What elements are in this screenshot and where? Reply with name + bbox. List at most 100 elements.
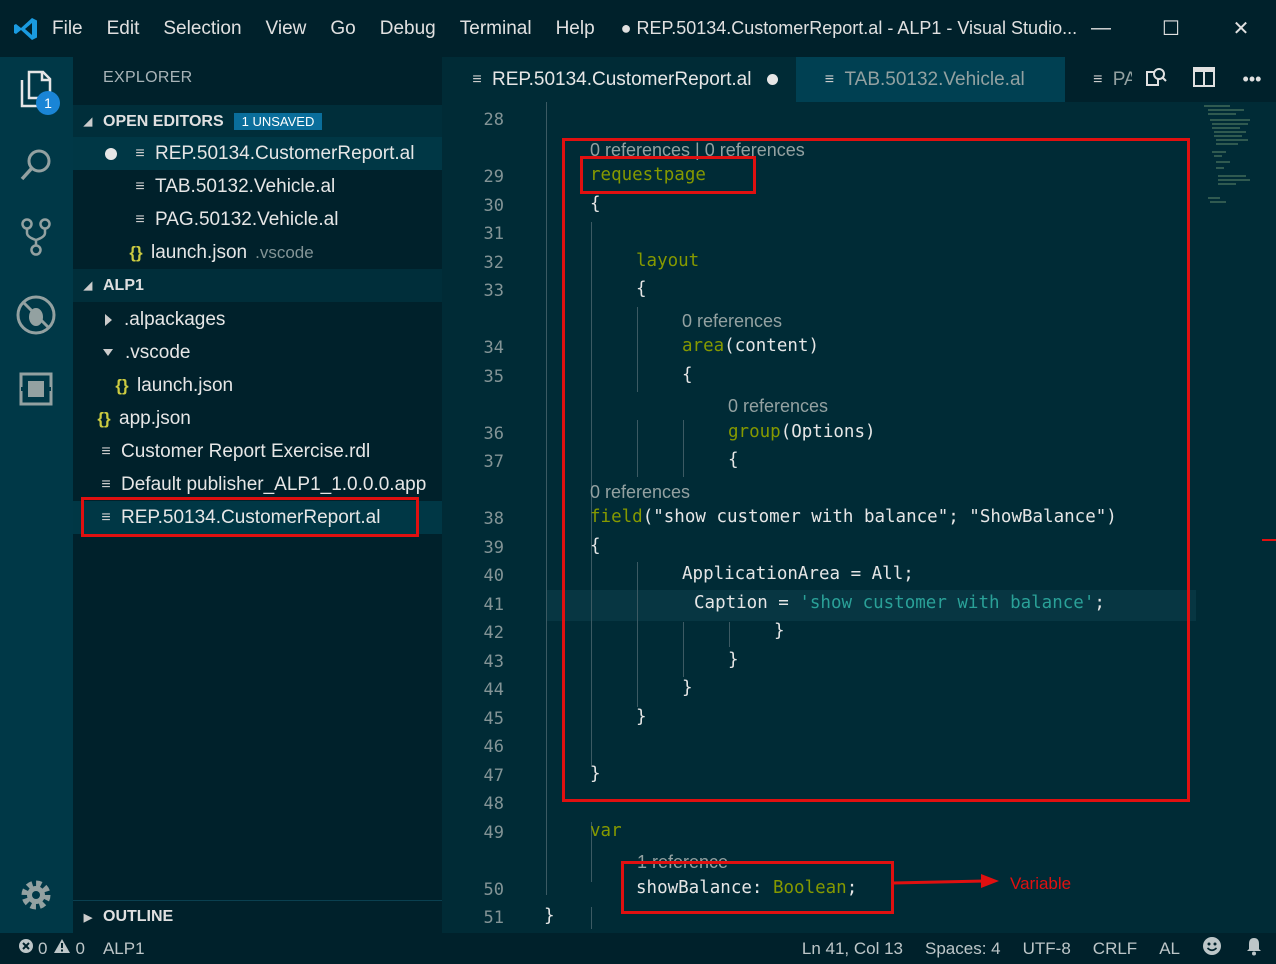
line-number: 36 — [483, 424, 504, 444]
open-editor-label: launch.json — [151, 241, 248, 263]
open-editors-section[interactable]: ◢ OPEN EDITORS 1 UNSAVED — [73, 105, 442, 138]
chevron-right-icon: ▶ — [83, 911, 93, 924]
status-project[interactable]: ALP1 — [103, 939, 145, 959]
tab-label: REP.50134.CustomerReport.al — [492, 68, 752, 90]
folder-label: .alpackages — [124, 308, 226, 330]
line-number: 42 — [483, 623, 504, 643]
open-editor-item[interactable]: {} launch.json .vscode — [73, 236, 442, 269]
file-item[interactable]: ≡ Customer Report Exercise.rdl — [73, 435, 442, 468]
open-editors-label: OPEN EDITORS — [103, 112, 224, 130]
code-brace: } — [544, 906, 555, 926]
chevron-down-icon: ◢ — [83, 116, 93, 128]
window-title: ● REP.50134.CustomerReport.al - ALP1 - V… — [620, 18, 1078, 38]
error-count[interactable]: 0 — [38, 939, 47, 959]
vscode-logo-icon — [0, 0, 52, 57]
end-of-line[interactable]: CRLF — [1093, 939, 1137, 959]
line-number: 46 — [483, 737, 504, 757]
report-file-highlight-box — [81, 497, 419, 537]
more-actions-icon[interactable]: ••• — [1228, 69, 1276, 90]
line-number: 50 — [483, 880, 504, 900]
file-label: app.json — [119, 407, 191, 429]
line-number: 32 — [483, 253, 504, 273]
maximize-button[interactable]: ☐ — [1136, 0, 1206, 57]
line-number: 35 — [483, 367, 504, 387]
file-lines-icon: ≡ — [824, 70, 835, 88]
file-lines-icon: ≡ — [135, 210, 145, 228]
line-number: 28 — [483, 110, 504, 130]
warning-icon[interactable] — [53, 938, 71, 959]
cursor-position[interactable]: Ln 41, Col 13 — [802, 939, 903, 959]
line-number: 37 — [483, 452, 504, 472]
editor-scrollbar[interactable] — [1262, 102, 1276, 933]
json-braces-icon: {} — [97, 408, 111, 428]
encoding[interactable]: UTF-8 — [1023, 939, 1071, 959]
error-icon[interactable] — [18, 938, 34, 959]
outline-section[interactable]: ▶ OUTLINE — [73, 900, 442, 933]
file-lines-icon: ≡ — [1093, 70, 1103, 88]
open-editor-folder: .vscode — [255, 242, 314, 262]
chevron-right-icon — [105, 313, 112, 326]
debug-icon[interactable] — [14, 293, 58, 337]
file-lines-icon: ≡ — [472, 70, 482, 88]
line-number: 38 — [483, 509, 504, 529]
line-number: 31 — [483, 224, 504, 244]
line-number: 39 — [483, 538, 504, 558]
file-item[interactable]: {} launch.json — [73, 369, 442, 402]
tab-vehicle-table[interactable]: ≡ TAB.50132.Vehicle.al — [796, 57, 1065, 102]
requestpage-keyword-highlight-box — [580, 156, 756, 194]
menu-view[interactable]: View — [266, 18, 307, 40]
menu-terminal[interactable]: Terminal — [460, 18, 532, 40]
menu-edit[interactable]: Edit — [107, 18, 140, 40]
open-editor-label: TAB.50132.Vehicle.al — [155, 175, 336, 197]
open-editor-label: REP.50134.CustomerReport.al — [155, 142, 415, 164]
notifications-bell-icon[interactable] — [1244, 936, 1264, 961]
close-button[interactable]: ✕ — [1206, 0, 1276, 57]
search-icon[interactable] — [14, 143, 58, 187]
source-control-icon[interactable] — [14, 215, 58, 259]
line-number: 51 — [483, 908, 504, 928]
menu-go[interactable]: Go — [330, 18, 355, 40]
annotation-arrow-icon — [893, 874, 999, 888]
line-number: 45 — [483, 709, 504, 729]
open-editor-item[interactable]: ≡ TAB.50132.Vehicle.al — [73, 170, 442, 203]
chevron-down-icon: ◢ — [83, 280, 93, 292]
unsaved-count-badge: 1 — [36, 91, 60, 115]
sidebar-title: EXPLORER — [103, 69, 193, 86]
line-number: 33 — [483, 281, 504, 301]
unsaved-dot-icon[interactable] — [767, 74, 779, 85]
file-label: Default publisher_ALP1_1.0.0.0.app — [121, 473, 427, 495]
indentation[interactable]: Spaces: 4 — [925, 939, 1001, 959]
feedback-smiley-icon[interactable] — [1202, 936, 1222, 961]
folder-item[interactable]: .alpackages — [73, 303, 442, 336]
open-editor-item[interactable]: ≡ REP.50134.CustomerReport.al — [73, 137, 442, 170]
menu-file[interactable]: File — [52, 18, 83, 40]
file-item[interactable]: {} app.json — [73, 402, 442, 435]
minimap[interactable] — [1200, 102, 1262, 222]
warning-count[interactable]: 0 — [75, 939, 84, 959]
tab-customer-report[interactable]: ≡ REP.50134.CustomerReport.al — [442, 57, 797, 102]
unsaved-dot-icon[interactable] — [105, 147, 117, 160]
explorer-sidebar: EXPLORER ◢ OPEN EDITORS 1 UNSAVED ≡ REP.… — [73, 57, 442, 933]
activity-bar: 1 — [0, 57, 73, 933]
json-braces-icon: {} — [115, 375, 129, 395]
tab-label: TAB.50132.Vehicle.al — [844, 68, 1025, 90]
variable-annotation-label: Variable — [1010, 874, 1072, 893]
language-mode[interactable]: AL — [1159, 939, 1180, 959]
open-editor-item[interactable]: ≡ PAG.50132.Vehicle.al — [73, 203, 442, 236]
unsaved-badge: 1 UNSAVED — [233, 113, 323, 130]
menu-help[interactable]: Help — [556, 18, 595, 40]
extensions-icon[interactable] — [14, 367, 58, 411]
menu-selection[interactable]: Selection — [163, 18, 241, 40]
project-section[interactable]: ◢ ALP1 — [73, 269, 442, 302]
gear-icon[interactable] — [14, 873, 58, 917]
minimize-button[interactable]: — — [1066, 0, 1136, 57]
split-editor-icon[interactable] — [1180, 67, 1228, 92]
menu-debug[interactable]: Debug — [380, 18, 436, 40]
outline-label: OUTLINE — [103, 908, 174, 925]
open-changes-icon[interactable] — [1132, 66, 1180, 93]
indent-guide — [591, 907, 592, 929]
status-bar: 0 0 ALP1 Ln 41, Col 13 Spaces: 4 UTF-8 C… — [0, 933, 1276, 964]
folder-item[interactable]: .vscode — [73, 336, 442, 369]
project-label: ALP1 — [103, 276, 144, 294]
title-bar: File Edit Selection View Go Debug Termin… — [0, 0, 1276, 57]
